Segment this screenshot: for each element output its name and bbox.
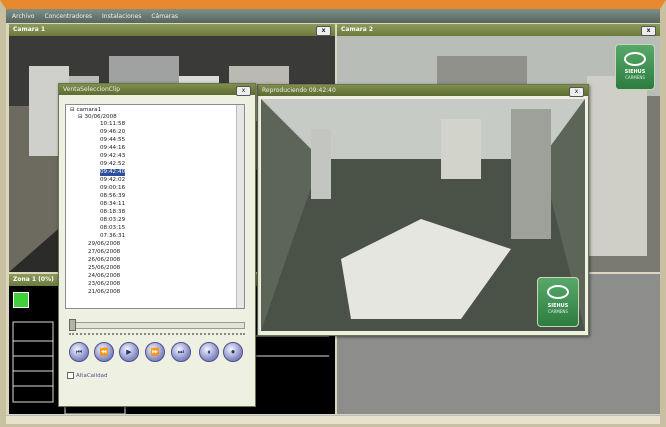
tree-time-item[interactable]: 08:34:11 bbox=[100, 201, 125, 208]
clip-selection-dialog: VentaSeleccionClip x ⊟ camara1 ⊟ 30/06/2… bbox=[58, 83, 256, 407]
tree-time-item[interactable]: 09:00:16 bbox=[100, 185, 125, 192]
tree-time-item[interactable]: 09:42:43 bbox=[100, 153, 125, 160]
tree-date-item[interactable]: 21/06/2008 bbox=[88, 289, 120, 296]
pause-button[interactable]: ⏸ bbox=[199, 342, 219, 362]
record-button[interactable]: ⏺ bbox=[223, 342, 243, 362]
timeline-slider-thumb[interactable] bbox=[69, 319, 76, 331]
camera2-brand-line2: CARMENS bbox=[625, 75, 645, 80]
clip-dialog-title: VentaSeleccionClip bbox=[63, 86, 121, 93]
forward-button[interactable]: ⏩ bbox=[145, 342, 165, 362]
playback-title-bar: Reproduciendo 09:42:40 x bbox=[258, 85, 588, 97]
tree-time-item[interactable]: 08:56:39 bbox=[100, 193, 125, 200]
tree-time-item[interactable]: 09:44:55 bbox=[100, 137, 125, 144]
playback-window: Reproduciendo 09:42:40 x SIEHUS CARMENS bbox=[257, 84, 589, 336]
playback-brand-line2: CARMENS bbox=[548, 309, 568, 314]
tree-time-item[interactable]: 09:42:02 bbox=[100, 177, 125, 184]
tree-time-item[interactable]: 09:44:16 bbox=[100, 145, 125, 152]
high-quality-checkbox-row[interactable]: AltaCalidad bbox=[67, 372, 107, 379]
main-horizontal-scrollbar[interactable] bbox=[6, 415, 660, 424]
timeline-ticks bbox=[69, 331, 245, 335]
camera2-brand-logo: SIEHUS CARMENS bbox=[615, 44, 655, 90]
first-frame-button[interactable]: ⏮ bbox=[69, 342, 89, 362]
clip-dialog-title-bar: VentaSeleccionClip x bbox=[59, 84, 255, 96]
clip-tree[interactable]: ⊟ camara1 ⊟ 30/06/2008 10:11:58 09:46:20 0… bbox=[65, 104, 245, 309]
eye-icon bbox=[547, 285, 569, 299]
camera2-title-bar: Camara 2 x bbox=[337, 24, 660, 36]
tree-time-item[interactable]: 08:18:38 bbox=[100, 209, 125, 216]
camera1-title: Camara 1 bbox=[13, 26, 46, 33]
last-frame-button[interactable]: ⏭ bbox=[171, 342, 191, 362]
playback-title: Reproduciendo 09:42:40 bbox=[262, 87, 336, 94]
high-quality-checkbox[interactable] bbox=[67, 372, 74, 379]
tree-date-item[interactable]: 26/06/2008 bbox=[88, 257, 120, 264]
camera1-title-bar: Camara 1 x bbox=[9, 24, 335, 36]
tree-time-item[interactable]: 09:42:52 bbox=[100, 161, 125, 168]
tree-time-selected[interactable]: 09:42:40 bbox=[100, 169, 126, 176]
camera2-title: Camara 2 bbox=[341, 26, 374, 33]
tree-root-label: camara1 bbox=[76, 107, 102, 113]
menu-item-camaras[interactable]: Cámaras bbox=[151, 13, 178, 20]
tree-date-item[interactable]: 27/06/2008 bbox=[88, 249, 120, 256]
playback-video[interactable]: SIEHUS CARMENS bbox=[261, 99, 585, 331]
tree-scrollbar[interactable] bbox=[236, 105, 244, 308]
high-quality-label: AltaCalidad bbox=[76, 372, 108, 379]
timeline-slider[interactable] bbox=[69, 322, 245, 329]
menu-item-concentradores[interactable]: Concentradores bbox=[44, 13, 92, 20]
play-button[interactable]: ▶ bbox=[119, 342, 139, 362]
camera2-close-button[interactable]: x bbox=[641, 26, 656, 36]
playback-brand-logo: SIEHUS CARMENS bbox=[537, 277, 579, 327]
tree-time-item[interactable]: 08:03:15 bbox=[100, 225, 125, 232]
tree-root[interactable]: ⊟ camara1 bbox=[70, 107, 101, 114]
menu-item-instalaciones[interactable]: Instalaciones bbox=[102, 13, 141, 20]
eye-icon bbox=[624, 52, 646, 66]
zone-title: Zona 1 (0%) bbox=[13, 276, 54, 283]
menu-bar: Archivo Concentradores Instalaciones Cám… bbox=[6, 9, 660, 23]
tree-date-item[interactable]: 24/06/2008 bbox=[88, 273, 120, 280]
tree-date-label: 30/06/2008 bbox=[84, 114, 117, 120]
tree-time-item[interactable]: 08:03:29 bbox=[100, 217, 125, 224]
tree-date-item[interactable]: 25/06/2008 bbox=[88, 265, 120, 272]
clip-dialog-close-button[interactable]: x bbox=[236, 86, 251, 96]
menu-item-archivo[interactable]: Archivo bbox=[12, 13, 34, 20]
rewind-button[interactable]: ⏪ bbox=[94, 342, 114, 362]
tree-date-item[interactable]: 29/06/2008 bbox=[88, 241, 120, 248]
tree-date-item[interactable]: 23/06/2008 bbox=[88, 281, 120, 288]
tree-time-item[interactable]: 09:46:20 bbox=[100, 129, 125, 136]
tree-time-item[interactable]: 07:36:31 bbox=[100, 233, 125, 240]
camera1-close-button[interactable]: x bbox=[316, 26, 331, 36]
tree-time-item[interactable]: 10:11:58 bbox=[100, 121, 125, 128]
playback-close-button[interactable]: x bbox=[569, 87, 584, 97]
tree-date-expanded[interactable]: ⊟ 30/06/2008 bbox=[78, 114, 117, 121]
